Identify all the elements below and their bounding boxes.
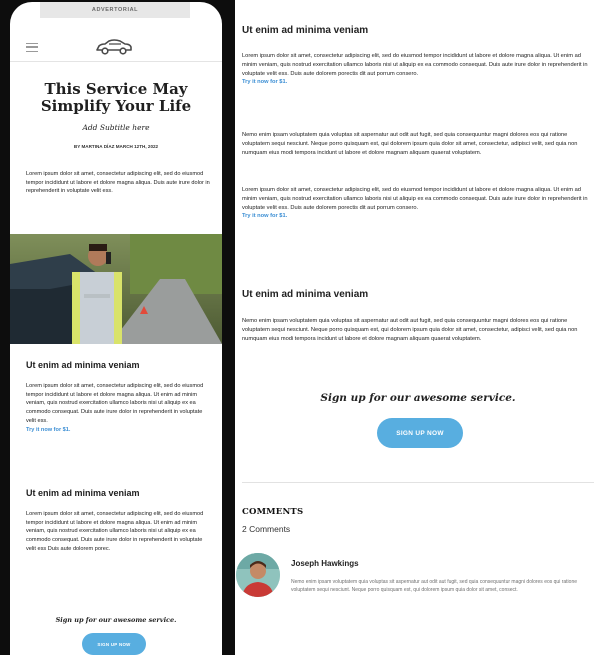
signup-prompt: Sign up for our awesome service.: [55, 616, 177, 624]
body-paragraph: Lorem ipsum dolor sit amet, consectetur …: [242, 186, 594, 221]
signup-button[interactable]: SIGN UP NOW: [377, 418, 463, 448]
section-heading: Ut enim ad minima veniam: [26, 488, 140, 498]
section-heading: Ut enim ad minima veniam: [242, 289, 369, 300]
hamburger-menu-icon[interactable]: [26, 43, 38, 52]
article-subtitle: Add Subtitle here: [82, 123, 150, 132]
section-text: Lorem ipsum dolor sit amet, consectetur …: [242, 187, 588, 211]
try-now-link[interactable]: Try it now for $1.: [26, 427, 70, 433]
phone-screen: ADVERTORIAL This Service May Simplify Yo…: [10, 2, 222, 655]
comment-author[interactable]: Joseph Hawkings: [291, 559, 359, 568]
avatar-image: [236, 553, 280, 597]
advertorial-label: ADVERTORIAL: [40, 2, 190, 18]
section-body: Lorem ipsum dolor sit amet, consectetur …: [242, 52, 594, 87]
section-heading: Ut enim ad minima veniam: [242, 25, 369, 36]
try-now-link[interactable]: Try it now for $1.: [242, 213, 287, 219]
comments-title: COMMENTS: [242, 507, 304, 517]
signup-button[interactable]: SIGN UP NOW: [82, 633, 146, 655]
section-text: Lorem ipsum dolor sit amet, consectetur …: [242, 53, 588, 77]
phone-header: [10, 32, 222, 62]
avatar[interactable]: [236, 553, 280, 597]
article-byline: BY MARTINA DÍAZ MARCH 12TH, 2022: [73, 144, 159, 149]
car-logo-icon[interactable]: [94, 38, 134, 56]
comment-text: Nemo enim ipsam voluptatem quia voluptas…: [291, 579, 578, 593]
section-body: Lorem ipsum dolor sit amet, consectetur …: [26, 511, 204, 552]
divider: [242, 482, 594, 483]
section-body: Nemo enim ipsam voluptatem quia voluptas…: [242, 318, 578, 342]
section-heading: Ut enim ad minima veniam: [26, 360, 140, 370]
hero-image: [10, 234, 222, 344]
signup-prompt: Sign up for our awesome service.: [320, 392, 516, 404]
article-title: This Service May Simplify Your Life: [40, 80, 192, 115]
body-paragraph: Nemo enim ipsam voluptatem quia voluptas…: [242, 132, 578, 156]
article-intro: Lorem ipsum dolor sit amet, consectetur …: [26, 171, 210, 195]
section-text: Lorem ipsum dolor sit amet, consectetur …: [26, 383, 204, 424]
comments-count: 2 Comments: [242, 524, 291, 534]
section-body: Lorem ipsum dolor sit amet, consectetur …: [26, 382, 210, 434]
try-now-link[interactable]: Try it now for $1.: [242, 79, 287, 85]
